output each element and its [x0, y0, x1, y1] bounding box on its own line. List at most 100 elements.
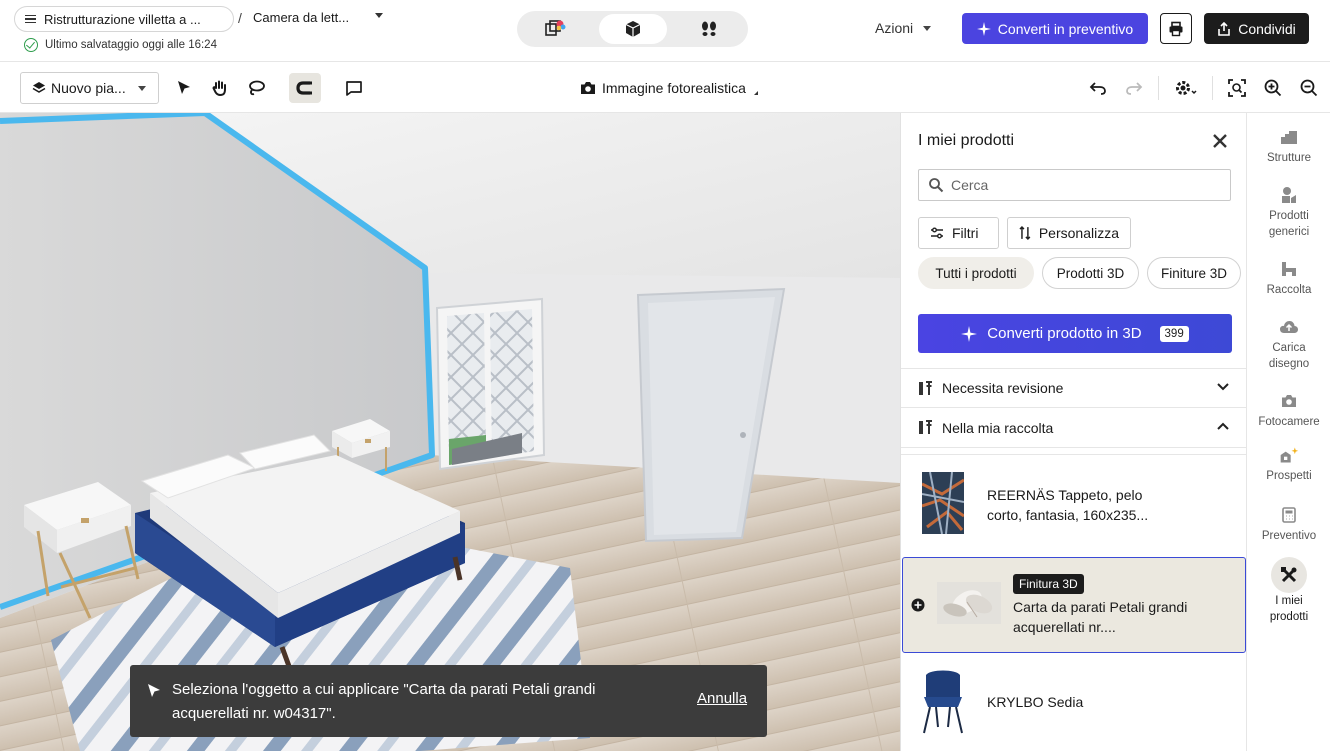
room-name[interactable]: Camera da lett...	[253, 10, 349, 25]
project-breadcrumb[interactable]: Ristrutturazione villetta a ...	[14, 6, 234, 32]
save-status: Ultimo salvataggio oggi alle 16:24	[24, 38, 217, 52]
rail-item-label: Strutture	[1266, 152, 1312, 164]
2d-3d-view-icon	[545, 20, 566, 36]
panel-title: I miei prodotti	[918, 132, 1015, 149]
floor-select[interactable]: Nuovo pia...	[20, 72, 159, 104]
pan-hand-icon	[212, 80, 226, 97]
photorealistic-image-button[interactable]: Immagine fotorealistica	[580, 80, 758, 96]
section-in-my-collection[interactable]: Nella mia raccolta	[901, 408, 1246, 448]
convert-product-3d-button[interactable]: Converti prodotto in 3D 399	[918, 314, 1232, 353]
list-divider	[901, 454, 1246, 455]
toast-message: Seleziona l'oggetto a cui applicare "Car…	[172, 681, 596, 722]
corner-indicator-icon	[753, 91, 758, 95]
right-tool-rail: Strutture Prodotti generici Raccolta Car…	[1246, 113, 1330, 751]
rail-item-label: Prospetti	[1266, 470, 1312, 482]
floor-select-label: Nuovo pia...	[51, 80, 126, 96]
rail-item-label: Prodotti generici	[1268, 210, 1310, 238]
comment-tool[interactable]	[338, 73, 370, 103]
rail-item-label: I miei prodotti	[1269, 595, 1309, 623]
section-needs-review[interactable]: Necessita revisione	[901, 368, 1246, 408]
rail-item-structures[interactable]: Strutture	[1247, 127, 1330, 166]
customize-button[interactable]: Personalizza	[1007, 217, 1131, 249]
chevron-down-icon	[923, 25, 932, 31]
settings-button[interactable]	[1170, 73, 1202, 103]
share-button[interactable]: Condividi	[1204, 13, 1309, 44]
rail-item-my-products[interactable]: I miei prodotti	[1247, 557, 1330, 625]
calculator-icon	[1279, 505, 1299, 525]
tab-3d-products[interactable]: Prodotti 3D	[1042, 257, 1139, 289]
tools-icon	[919, 380, 932, 395]
chevron-down-icon[interactable]	[375, 13, 383, 18]
share-icon	[1218, 21, 1231, 36]
convert-to-quote-button[interactable]: Converti in preventivo	[962, 13, 1148, 44]
editor-toolbar: Nuovo pia... Immagine fotorealistica	[0, 61, 1330, 113]
chevron-up-icon	[1217, 422, 1229, 430]
rail-item-generic-products[interactable]: Prodotti generici	[1247, 185, 1330, 240]
tab-all-products[interactable]: Tutti i prodotti	[918, 257, 1034, 289]
share-label: Condividi	[1238, 20, 1296, 37]
breadcrumb-separator: /	[238, 10, 242, 26]
search-placeholder: Cerca	[951, 177, 989, 193]
3d-box-view-icon	[625, 21, 641, 37]
pan-tool[interactable]	[204, 73, 236, 103]
rail-item-collection[interactable]: Raccolta	[1247, 259, 1330, 298]
zoom-out-icon	[1300, 79, 1318, 97]
toast-undo-link[interactable]: Annulla	[697, 690, 747, 707]
product-item-petal-wallpaper[interactable]: Finitura 3D Carta da parati Petali grand…	[902, 557, 1246, 653]
sparkle-icon	[961, 325, 978, 342]
check-circle-icon	[24, 38, 38, 52]
undo-button[interactable]	[1082, 73, 1114, 103]
zoom-out-button[interactable]	[1293, 73, 1325, 103]
save-status-text: Ultimo salvataggio oggi alle 16:24	[45, 39, 217, 51]
rail-item-upload-drawing[interactable]: Carica disegno	[1247, 317, 1330, 372]
section-label: Necessita revisione	[942, 380, 1064, 396]
conversion-count-badge: 399	[1159, 325, 1189, 342]
add-circle-icon[interactable]	[911, 598, 925, 612]
rail-item-label: Fotocamere	[1258, 416, 1320, 428]
generic-products-icon	[1279, 185, 1299, 205]
select-arrow-icon	[178, 81, 190, 94]
rail-item-cameras[interactable]: Fotocamere	[1247, 391, 1330, 430]
apply-finish-toast: Seleziona l'oggetto a cui applicare "Car…	[130, 665, 767, 737]
rail-item-label: Carica disegno	[1268, 342, 1310, 370]
product-name: Carta da parati Petali grandi acquerella…	[1013, 599, 1188, 635]
convert-product-3d-label: Converti prodotto in 3D	[987, 325, 1142, 342]
actions-label: Azioni	[875, 20, 914, 36]
search-input[interactable]: Cerca	[918, 169, 1231, 201]
camera-icon	[581, 82, 595, 94]
rail-item-quote[interactable]: Preventivo	[1247, 505, 1330, 544]
filters-button[interactable]: Filtri	[918, 217, 999, 249]
magnet-snap-tool[interactable]	[289, 73, 321, 103]
settings-icon	[1176, 81, 1197, 95]
3d-room-render[interactable]	[0, 113, 900, 751]
rug-thumbnail	[922, 472, 964, 534]
product-item-krylbo-chair[interactable]: KRYLBO Sedia	[901, 655, 1246, 751]
tab-3d-finishes[interactable]: Finiture 3D	[1147, 257, 1241, 289]
print-button[interactable]	[1160, 13, 1192, 44]
structures-icon	[1279, 127, 1299, 147]
lasso-tool[interactable]	[240, 73, 272, 103]
cursor-arrow-icon	[148, 684, 160, 697]
layers-icon	[32, 82, 46, 93]
3d-view-button[interactable]	[599, 14, 667, 44]
zoom-in-button[interactable]	[1257, 73, 1289, 103]
fit-view-button[interactable]	[1221, 73, 1253, 103]
close-icon[interactable]	[1211, 132, 1229, 150]
rail-item-elevations[interactable]: Prospetti	[1247, 445, 1330, 484]
rail-item-label: Raccolta	[1266, 284, 1312, 296]
view-mode-switch	[517, 11, 748, 47]
walkthrough-view-button[interactable]	[675, 14, 743, 44]
collection-icon	[1279, 259, 1299, 279]
chevron-down-icon	[138, 86, 146, 91]
my-products-panel: I miei prodotti Cerca Filtri Personalizz…	[900, 113, 1246, 751]
tools-icon	[919, 420, 932, 434]
product-item-reernas-rug[interactable]: REERNÄS Tappeto, pelo corto, fantasia, 1…	[901, 458, 1246, 556]
redo-button[interactable]	[1118, 73, 1150, 103]
2d-3d-view-button[interactable]	[521, 14, 589, 44]
select-tool[interactable]	[168, 73, 200, 103]
project-name: Ristrutturazione villetta a ...	[44, 11, 201, 27]
sliders-icon	[931, 227, 943, 239]
3d-viewport[interactable]: Seleziona l'oggetto a cui applicare "Car…	[0, 113, 900, 751]
actions-menu[interactable]: Azioni	[875, 20, 932, 36]
lasso-icon	[249, 80, 265, 96]
